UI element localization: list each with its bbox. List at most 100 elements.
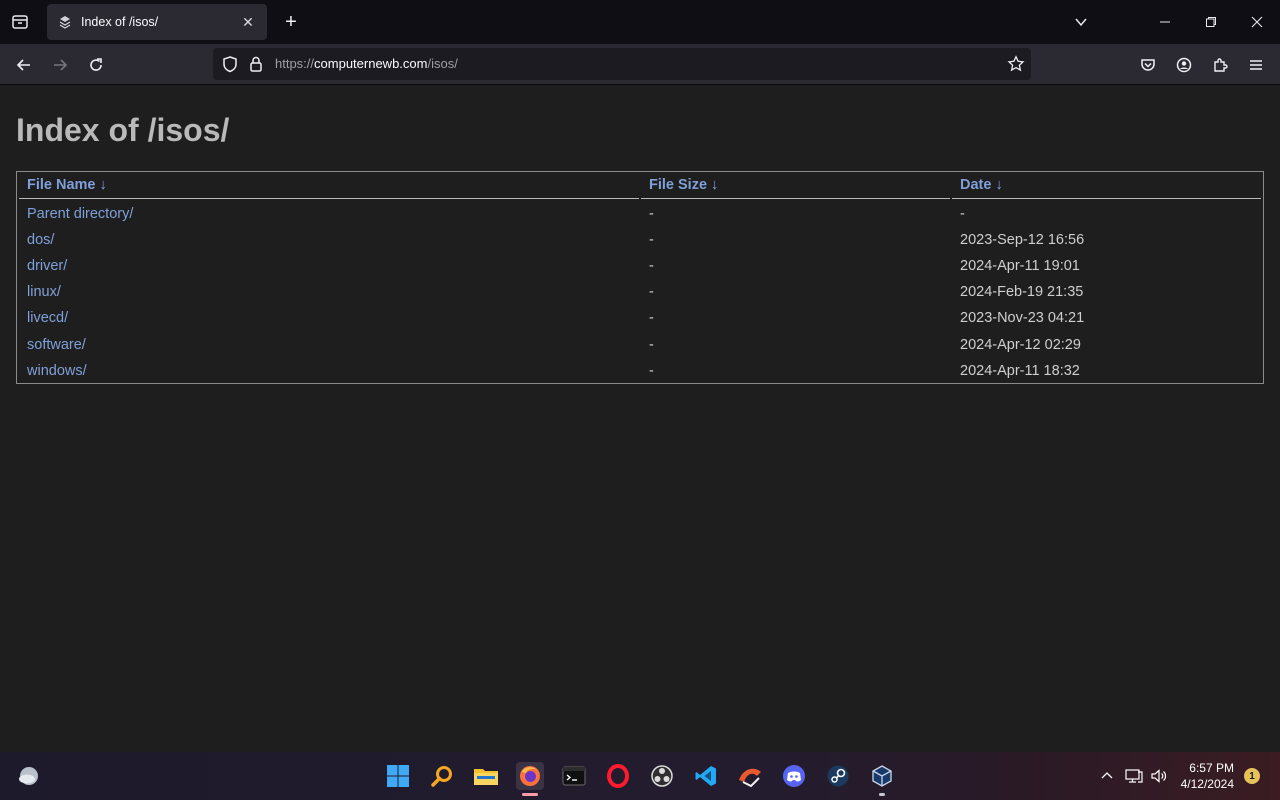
table-row: driver/ - 2024-Apr-11 19:01 — [17, 253, 1263, 279]
table-header: File Name ↓ File Size ↓ Date ↓ — [17, 172, 1263, 199]
minimize-button[interactable] — [1142, 0, 1188, 44]
file-size: - — [649, 337, 654, 353]
column-header-file-size[interactable]: File Size ↓ — [649, 177, 718, 193]
search-icon[interactable] — [428, 762, 456, 790]
system-clock[interactable]: 6:57 PM 4/12/2024 — [1181, 760, 1234, 792]
puzzle-piece-icon — [1214, 58, 1228, 72]
terminal-icon[interactable] — [560, 762, 588, 790]
active-app-indicator — [522, 793, 538, 796]
url-host: computernewb.com — [314, 56, 428, 71]
tab-manager-icon — [12, 15, 28, 29]
file-name-link[interactable]: Parent directory/ — [27, 201, 133, 227]
close-icon — [1251, 16, 1263, 28]
clock-date: 4/12/2024 — [1180, 777, 1234, 791]
firefox-icon[interactable] — [516, 762, 544, 796]
file-date: - — [960, 206, 965, 222]
file-date: 2023-Sep-12 16:56 — [960, 232, 1085, 248]
close-window-button[interactable] — [1234, 0, 1280, 44]
list-all-tabs-button[interactable] — [1058, 0, 1104, 44]
header-divider — [952, 198, 1261, 199]
running-app-indicator — [879, 793, 885, 796]
table-row: windows/ - 2024-Apr-11 18:32 — [17, 358, 1263, 384]
volume-icon[interactable] — [1149, 766, 1169, 786]
restore-button[interactable] — [1188, 0, 1234, 44]
tab-title: Index of /isos/ — [81, 15, 159, 29]
page-favicon-icon — [57, 14, 73, 30]
network-icon[interactable] — [1124, 766, 1144, 786]
table-row: linux/ - 2024-Feb-19 21:35 — [17, 279, 1263, 305]
file-date: 2024-Feb-19 21:35 — [960, 284, 1084, 300]
active-tab[interactable]: Index of /isos/ ✕ — [47, 4, 267, 40]
taskbar: 6:57 PM 4/12/2024 1 — [0, 752, 1280, 800]
pocket-icon — [1141, 59, 1155, 71]
file-name-link[interactable]: linux/ — [27, 279, 61, 305]
app-menu-button[interactable] — [1241, 50, 1271, 80]
extensions-button[interactable] — [1205, 50, 1235, 80]
file-date: 2024-Apr-11 19:01 — [960, 258, 1080, 274]
steam-icon[interactable] — [824, 762, 852, 790]
file-size: - — [649, 258, 654, 274]
url-text[interactable]: https://computernewb.com/isos/ — [275, 56, 458, 71]
virtualbox-icon[interactable] — [868, 762, 896, 796]
column-header-file-name[interactable]: File Name ↓ — [27, 177, 107, 193]
account-icon — [1176, 57, 1192, 73]
file-name-link[interactable]: dos/ — [27, 227, 54, 253]
file-name-link[interactable]: livecd/ — [27, 305, 68, 331]
git-client-icon[interactable] — [736, 762, 764, 790]
minimize-icon — [1160, 21, 1170, 23]
chevron-down-icon — [1075, 18, 1087, 27]
url-path: /isos/ — [427, 56, 458, 71]
header-divider — [641, 198, 950, 199]
notification-badge[interactable]: 1 — [1244, 768, 1260, 784]
bookmark-star-icon[interactable] — [1007, 55, 1025, 73]
new-tab-button[interactable]: + — [278, 8, 304, 36]
file-name-link[interactable]: driver/ — [27, 253, 67, 279]
url-bar[interactable]: https://computernewb.com/isos/ — [213, 48, 1031, 80]
reload-icon — [90, 58, 102, 71]
back-button[interactable] — [9, 50, 39, 80]
file-name-link[interactable]: software/ — [27, 332, 86, 358]
hamburger-menu-icon — [1250, 60, 1262, 70]
opera-icon[interactable] — [604, 762, 632, 790]
pocket-button[interactable] — [1133, 50, 1163, 80]
table-row: Parent directory/ - - — [17, 201, 1263, 227]
column-header-date[interactable]: Date ↓ — [960, 177, 1003, 193]
tab-list-button[interactable] — [6, 8, 34, 36]
table-row: livecd/ - 2023-Nov-23 04:21 — [17, 305, 1263, 331]
discord-icon[interactable] — [780, 762, 808, 790]
tab-strip: Index of /isos/ ✕ + — [0, 0, 1280, 44]
file-explorer-icon[interactable] — [472, 762, 500, 790]
restore-icon — [1206, 17, 1216, 27]
clock-time: 6:57 PM — [1189, 761, 1234, 775]
back-arrow-icon — [16, 59, 30, 71]
file-size: - — [649, 310, 654, 326]
account-button[interactable] — [1169, 50, 1199, 80]
file-size: - — [649, 232, 654, 248]
windows-start-icon[interactable] — [384, 762, 412, 790]
vscode-icon[interactable] — [692, 762, 720, 790]
file-date: 2024-Apr-12 02:29 — [960, 337, 1081, 353]
tracking-protection-shield-icon[interactable] — [221, 55, 239, 73]
forward-button[interactable] — [45, 50, 75, 80]
forward-arrow-icon — [54, 59, 68, 71]
table-row: software/ - 2024-Apr-12 02:29 — [17, 332, 1263, 358]
weather-widget-icon[interactable] — [15, 762, 43, 790]
file-listing-table: File Name ↓ File Size ↓ Date ↓ Parent di… — [16, 171, 1264, 384]
file-size: - — [649, 206, 654, 222]
page-title: Index of /isos/ — [16, 112, 230, 148]
file-name-link[interactable]: windows/ — [27, 358, 87, 384]
obs-studio-icon[interactable] — [648, 762, 676, 790]
file-size: - — [649, 363, 654, 379]
file-date: 2024-Apr-11 18:32 — [960, 363, 1080, 379]
show-hidden-icons-chevron-up-icon[interactable] — [1097, 766, 1117, 786]
reload-button[interactable] — [81, 50, 111, 80]
navigation-toolbar: https://computernewb.com/isos/ — [0, 44, 1280, 85]
url-scheme: https:// — [275, 56, 315, 71]
lock-icon[interactable] — [247, 55, 265, 73]
page-content: Index of /isos/ File Name ↓ File Size ↓ … — [0, 86, 1280, 752]
table-row: dos/ - 2023-Sep-12 16:56 — [17, 227, 1263, 253]
file-date: 2023-Nov-23 04:21 — [960, 310, 1085, 326]
file-size: - — [649, 284, 654, 300]
tab-close-icon[interactable]: ✕ — [239, 13, 257, 31]
header-divider — [19, 198, 639, 199]
